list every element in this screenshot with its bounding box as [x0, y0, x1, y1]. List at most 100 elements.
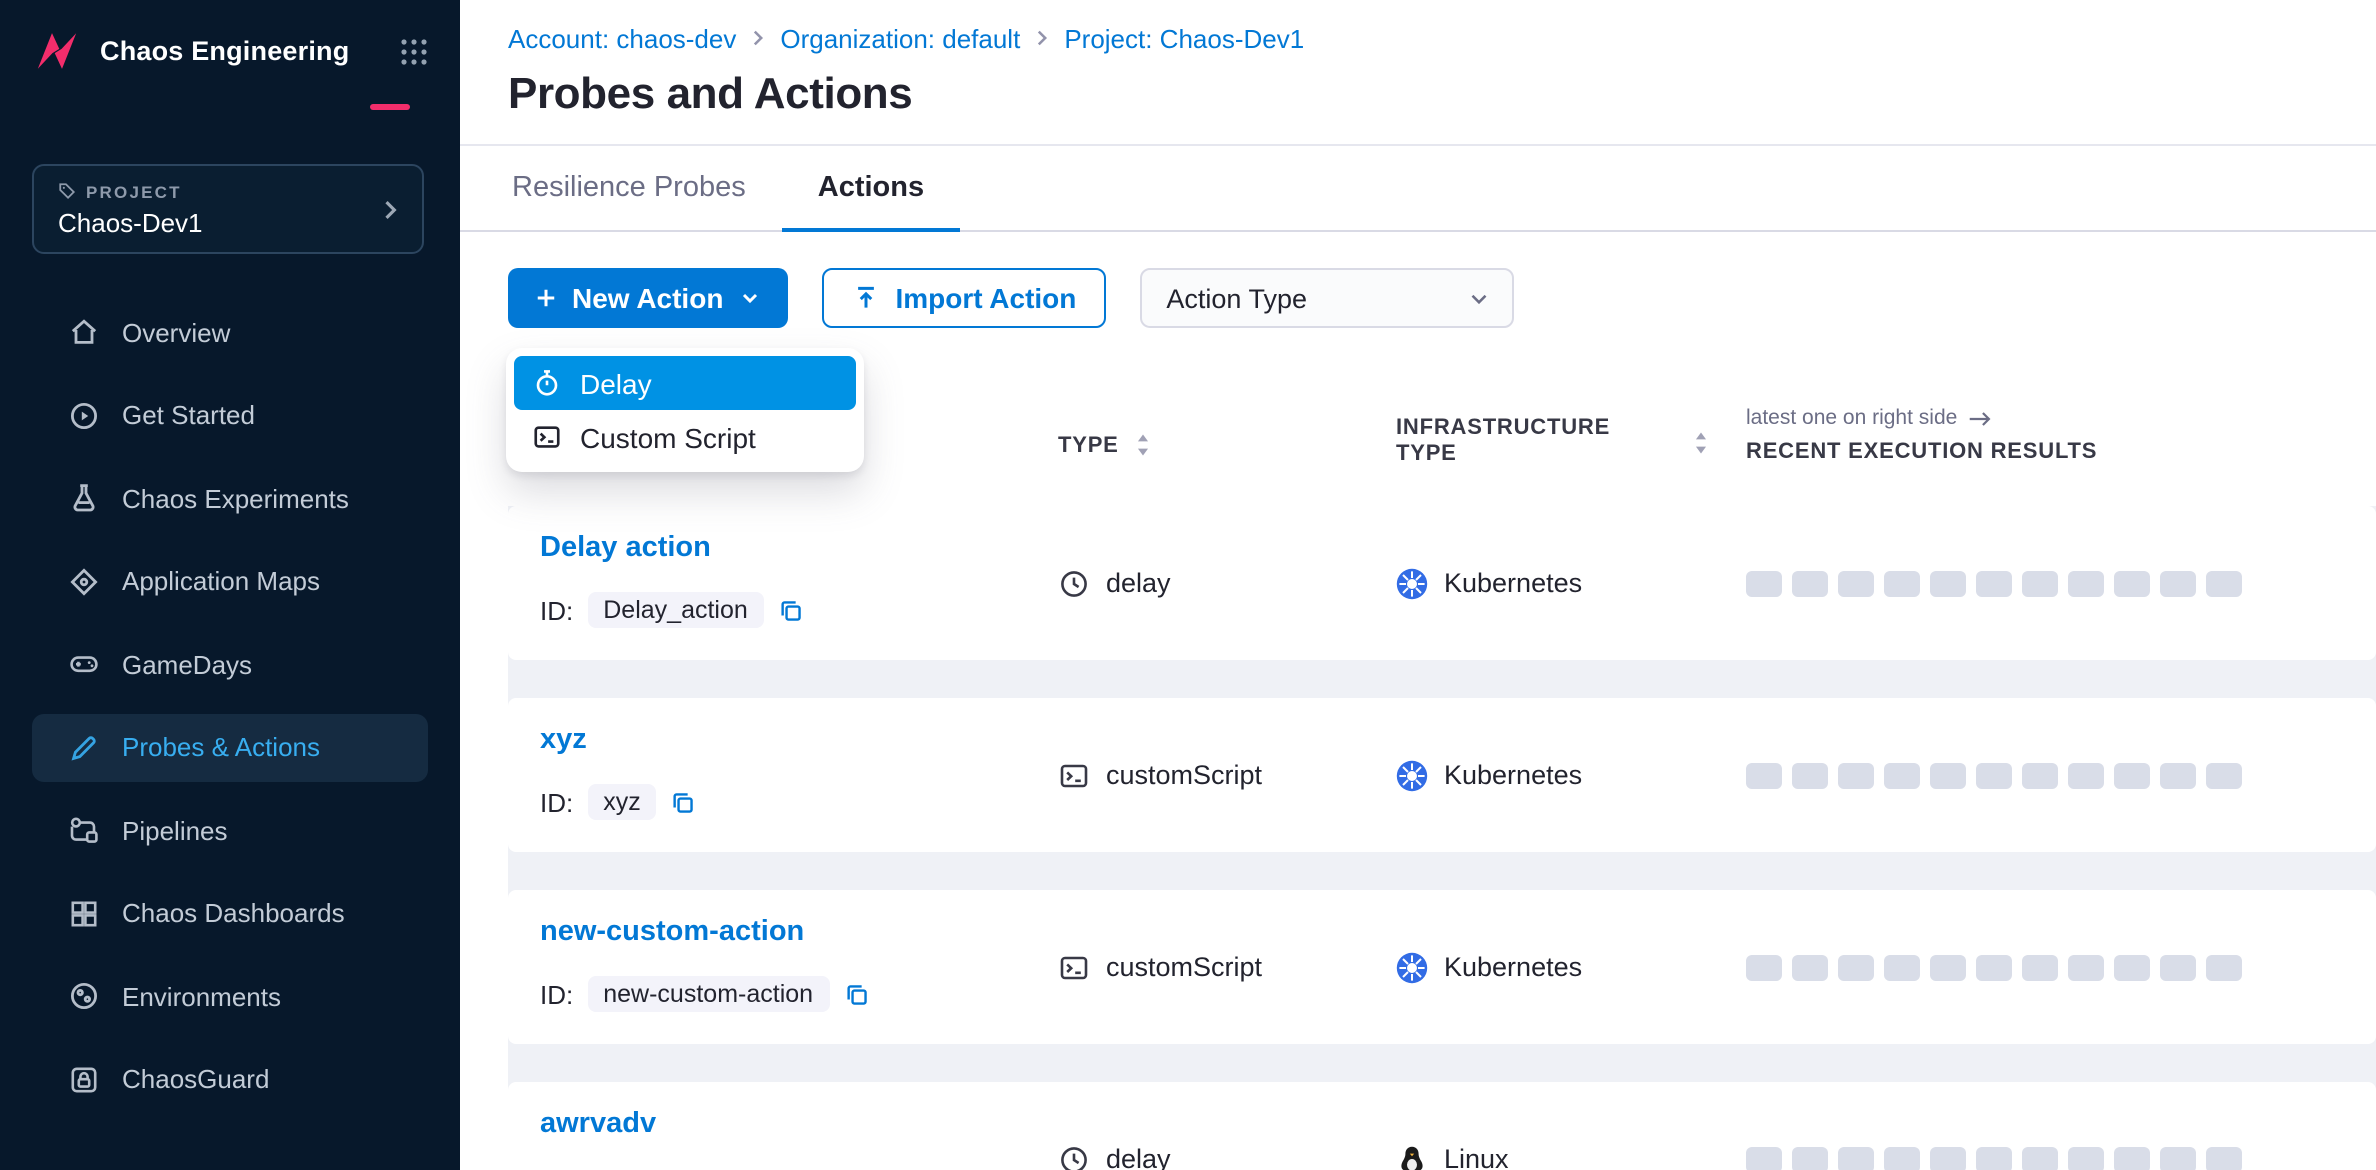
- id-label: ID:: [540, 979, 573, 1009]
- infrastructure-cell: Linux: [1396, 1082, 1509, 1170]
- tab-actions[interactable]: Actions: [782, 146, 960, 230]
- new-action-dropdown-menu: Delay Custom Script: [506, 348, 864, 472]
- import-action-button[interactable]: Import Action: [821, 268, 1106, 328]
- sidebar-item-gamedays[interactable]: GameDays: [32, 630, 428, 698]
- chevron-right-icon: [750, 28, 766, 48]
- type-cell: delay: [1058, 1082, 1171, 1170]
- arrow-right-icon: [1967, 409, 1991, 427]
- project-selector[interactable]: PROJECT Chaos-Dev1: [32, 164, 424, 254]
- action-id-chip: new-custom-action: [587, 976, 829, 1012]
- sidebar-item-chaos-dashboards[interactable]: Chaos Dashboards: [32, 879, 428, 947]
- lock-icon: [68, 1063, 100, 1095]
- script-icon: [1058, 759, 1090, 791]
- action-id-cell: ID: new-custom-action: [540, 974, 869, 1014]
- sidebar-item-pipelines[interactable]: Pipelines: [32, 796, 428, 864]
- script-icon: [1058, 951, 1090, 983]
- id-label: ID:: [540, 787, 573, 817]
- action-name-link[interactable]: awrvadv: [540, 1108, 656, 1140]
- tag-icon: [58, 182, 76, 200]
- breadcrumb-account[interactable]: Account: chaos-dev: [508, 23, 736, 53]
- environments-icon: [68, 980, 100, 1012]
- column-header-recent-execution-results: RECENT EXECUTION RESULTS: [1746, 440, 2097, 464]
- recent-execution-results: [1746, 762, 2242, 788]
- sidebar-item-chaosguard[interactable]: ChaosGuard: [32, 1045, 428, 1113]
- action-name-link[interactable]: xyz: [540, 724, 587, 756]
- results-order-note: latest one on right side: [1746, 406, 1991, 430]
- sidebar-item-chaos-experiments[interactable]: Chaos Experiments: [32, 464, 428, 532]
- chevron-right-icon: [1034, 28, 1050, 48]
- linux-icon: [1396, 1143, 1428, 1170]
- gamepad-icon: [68, 648, 100, 680]
- tab-resilience-probes[interactable]: Resilience Probes: [476, 146, 782, 230]
- sidebar-header: Chaos Engineering: [0, 0, 460, 92]
- table-row: awrvadv delay Linux: [508, 1082, 2376, 1170]
- recent-execution-results: [1746, 570, 2242, 596]
- toolbar: New Action Import Action Action Type: [460, 232, 2376, 328]
- id-label: ID:: [540, 595, 573, 625]
- table-row: Delay action ID: Delay_action delay Kube…: [508, 506, 2376, 660]
- application-maps-icon: [68, 565, 100, 597]
- menu-item-delay[interactable]: Delay: [514, 356, 856, 410]
- chevron-down-icon: [737, 286, 761, 310]
- action-id-cell: ID: Delay_action: [540, 590, 804, 630]
- infrastructure-cell: Kubernetes: [1396, 698, 1582, 852]
- flask-icon: [68, 482, 100, 514]
- table-row: xyz ID: xyz customScript Kubernetes: [508, 698, 2376, 852]
- import-icon: [851, 284, 879, 312]
- new-action-button[interactable]: New Action: [508, 268, 787, 328]
- project-name: Chaos-Dev1: [58, 207, 370, 237]
- page-header: Account: chaos-dev Organization: default…: [460, 0, 2376, 146]
- home-icon: [68, 316, 100, 348]
- action-name-link[interactable]: Delay action: [540, 532, 711, 564]
- actions-table: Delay action ID: Delay_action delay Kube…: [508, 506, 2376, 1170]
- kubernetes-icon: [1396, 567, 1428, 599]
- stopwatch-icon: [532, 368, 562, 398]
- project-label: PROJECT: [86, 181, 182, 201]
- sidebar-nav: Overview Get Started Chaos Experiments A…: [32, 298, 428, 1128]
- chaos-engineering-logo-icon: [32, 26, 82, 76]
- sidebar-item-get-started[interactable]: Get Started: [32, 381, 428, 449]
- dashboards-icon: [68, 897, 100, 929]
- table-row: new-custom-action ID: new-custom-action …: [508, 890, 2376, 1044]
- clock-icon: [1058, 1143, 1090, 1170]
- pipelines-icon: [68, 814, 100, 846]
- sidebar-item-probes-actions[interactable]: Probes & Actions: [32, 713, 428, 781]
- page-title: Probes and Actions: [508, 68, 2328, 120]
- sort-icon[interactable]: [1135, 432, 1153, 458]
- sidebar-item-environments[interactable]: Environments: [32, 962, 428, 1030]
- infrastructure-cell: Kubernetes: [1396, 890, 1582, 1044]
- breadcrumb-organization[interactable]: Organization: default: [780, 23, 1020, 53]
- plus-icon: [534, 286, 558, 310]
- action-type-filter-select[interactable]: Action Type: [1140, 268, 1514, 328]
- kubernetes-icon: [1396, 759, 1428, 791]
- sidebar-item-application-maps[interactable]: Application Maps: [32, 547, 428, 615]
- type-cell: customScript: [1058, 698, 1262, 852]
- main-content: Account: chaos-dev Organization: default…: [460, 0, 2376, 1170]
- tab-bar: Resilience Probes Actions: [460, 146, 2376, 232]
- type-cell: customScript: [1058, 890, 1262, 1044]
- action-id-cell: ID: xyz: [540, 782, 697, 822]
- chevron-down-icon: [1466, 285, 1492, 311]
- action-name-link[interactable]: new-custom-action: [540, 916, 804, 948]
- app-window: Chaos Engineering PROJECT Chaos-Dev1 Ove…: [0, 0, 2376, 1170]
- sort-icon[interactable]: [1692, 429, 1710, 455]
- column-header-infrastructure-type[interactable]: INFRASTRUCTURE TYPE: [1396, 416, 1710, 469]
- type-cell: delay: [1058, 506, 1171, 660]
- app-title: Chaos Engineering: [100, 36, 400, 66]
- copy-icon[interactable]: [843, 981, 869, 1007]
- module-grid-icon[interactable]: [400, 37, 428, 65]
- get-started-icon: [68, 399, 100, 431]
- menu-item-custom-script[interactable]: Custom Script: [514, 410, 856, 464]
- breadcrumb-project[interactable]: Project: Chaos-Dev1: [1064, 23, 1304, 53]
- script-icon: [532, 422, 562, 452]
- active-module-indicator: [370, 104, 410, 110]
- copy-icon[interactable]: [671, 789, 697, 815]
- sidebar: Chaos Engineering PROJECT Chaos-Dev1 Ove…: [0, 0, 460, 1170]
- clock-icon: [1058, 567, 1090, 599]
- sidebar-item-overview[interactable]: Overview: [32, 298, 428, 366]
- action-id-chip: xyz: [587, 784, 657, 820]
- recent-execution-results: [1746, 954, 2242, 980]
- kubernetes-icon: [1396, 951, 1428, 983]
- copy-icon[interactable]: [778, 597, 804, 623]
- column-header-type[interactable]: TYPE: [1058, 432, 1153, 458]
